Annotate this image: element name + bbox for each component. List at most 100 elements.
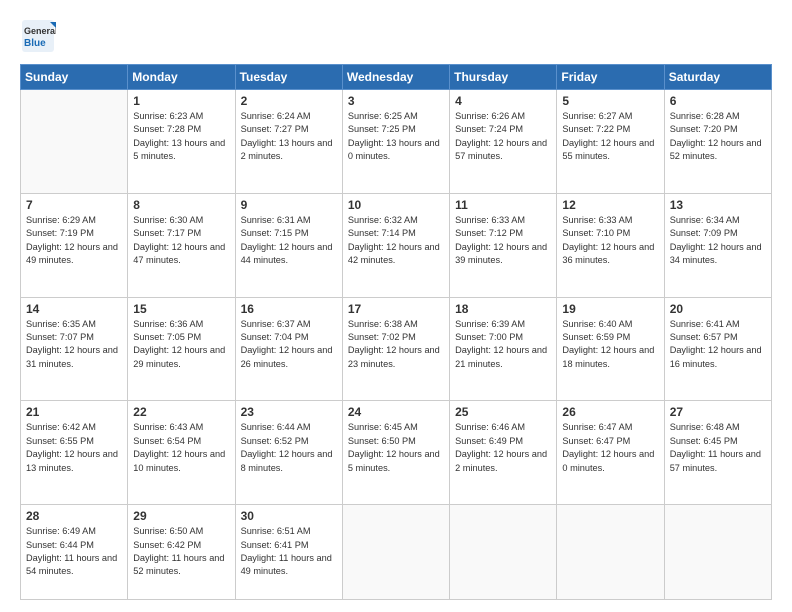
weekday-header-thursday: Thursday (450, 65, 557, 90)
calendar-cell: 1Sunrise: 6:23 AMSunset: 7:28 PMDaylight… (128, 90, 235, 194)
week-row-2: 7 Sunrise: 6:29 AMSunset: 7:19 PMDaylight… (21, 193, 772, 297)
day-number: 10 (348, 198, 444, 212)
logo: General Blue (20, 18, 56, 54)
cell-info: Sunrise: 6:49 AMSunset: 6:44 PMDaylight:… (26, 525, 122, 578)
calendar-page: General Blue SundayMondayTuesdayWednesda… (0, 0, 792, 612)
week-row-5: 28 Sunrise: 6:49 AMSunset: 6:44 PMDayligh… (21, 505, 772, 600)
cell-info: Sunrise: 6:43 AMSunset: 6:54 PMDaylight:… (133, 421, 229, 474)
weekday-header-sunday: Sunday (21, 65, 128, 90)
day-number: 18 (455, 302, 551, 316)
cell-info: Sunrise: 6:38 AMSunset: 7:02 PMDaylight:… (348, 318, 444, 371)
general-blue-logo-icon: General Blue (20, 18, 56, 54)
cell-info: Sunrise: 6:40 AMSunset: 6:59 PMDaylight:… (562, 318, 658, 371)
calendar-cell: 17 Sunrise: 6:38 AMSunset: 7:02 PMDayligh… (342, 297, 449, 401)
cell-info: Sunrise: 6:29 AMSunset: 7:19 PMDaylight:… (26, 214, 122, 267)
cell-info: Sunrise: 6:48 AMSunset: 6:45 PMDaylight:… (670, 421, 766, 474)
calendar-cell: 9Sunrise: 6:31 AMSunset: 7:15 PMDaylight… (235, 193, 342, 297)
day-number: 2 (241, 94, 337, 108)
cell-info: Sunrise: 6:46 AMSunset: 6:49 PMDaylight:… (455, 421, 551, 474)
calendar-cell: 11 Sunrise: 6:33 AMSunset: 7:12 PMDayligh… (450, 193, 557, 297)
day-number: 15 (133, 302, 229, 316)
cell-info: Sunrise: 6:36 AMSunset: 7:05 PMDaylight:… (133, 318, 229, 371)
day-number: 17 (348, 302, 444, 316)
day-number: 26 (562, 405, 658, 419)
cell-info: Sunrise: 6:28 AMSunset: 7:20 PMDaylight:… (670, 110, 766, 163)
cell-info: Sunrise: 6:47 AMSunset: 6:47 PMDaylight:… (562, 421, 658, 474)
cell-info: Sunrise: 6:34 AMSunset: 7:09 PMDaylight:… (670, 214, 766, 267)
cell-info: Sunrise: 6:51 AMSunset: 6:41 PMDaylight:… (241, 525, 337, 578)
day-number: 28 (26, 509, 122, 523)
week-row-1: 1Sunrise: 6:23 AMSunset: 7:28 PMDaylight… (21, 90, 772, 194)
calendar-cell: 7 Sunrise: 6:29 AMSunset: 7:19 PMDaylight… (21, 193, 128, 297)
day-number: 20 (670, 302, 766, 316)
calendar-cell (557, 505, 664, 600)
weekday-header-wednesday: Wednesday (342, 65, 449, 90)
calendar-cell: 30 Sunrise: 6:51 AMSunset: 6:41 PMDayligh… (235, 505, 342, 600)
cell-info: Sunrise: 6:35 AMSunset: 7:07 PMDaylight:… (26, 318, 122, 371)
cell-info: Sunrise: 6:33 AMSunset: 7:12 PMDaylight:… (455, 214, 551, 267)
week-row-4: 21Sunrise: 6:42 AMSunset: 6:55 PMDayligh… (21, 401, 772, 505)
cell-info: Sunrise: 6:24 AMSunset: 7:27 PMDaylight:… (241, 110, 337, 163)
cell-info: Sunrise: 6:39 AMSunset: 7:00 PMDaylight:… (455, 318, 551, 371)
day-number: 19 (562, 302, 658, 316)
day-number: 24 (348, 405, 444, 419)
calendar-cell (342, 505, 449, 600)
cell-info: Sunrise: 6:33 AMSunset: 7:10 PMDaylight:… (562, 214, 658, 267)
day-number: 6 (670, 94, 766, 108)
weekday-header-tuesday: Tuesday (235, 65, 342, 90)
calendar-cell: 24Sunrise: 6:45 AMSunset: 6:50 PMDayligh… (342, 401, 449, 505)
svg-text:General: General (24, 26, 56, 36)
calendar-cell: 14Sunrise: 6:35 AMSunset: 7:07 PMDayligh… (21, 297, 128, 401)
calendar-cell: 15 Sunrise: 6:36 AMSunset: 7:05 PMDayligh… (128, 297, 235, 401)
calendar-cell: 6 Sunrise: 6:28 AMSunset: 7:20 PMDaylight… (664, 90, 771, 194)
calendar-cell: 3 Sunrise: 6:25 AMSunset: 7:25 PMDaylight… (342, 90, 449, 194)
calendar-cell: 4 Sunrise: 6:26 AMSunset: 7:24 PMDaylight… (450, 90, 557, 194)
calendar-cell: 2 Sunrise: 6:24 AMSunset: 7:27 PMDaylight… (235, 90, 342, 194)
day-number: 8 (133, 198, 229, 212)
weekday-header-row: SundayMondayTuesdayWednesdayThursdayFrid… (21, 65, 772, 90)
cell-info: Sunrise: 6:30 AMSunset: 7:17 PMDaylight:… (133, 214, 229, 267)
cell-info: Sunrise: 6:32 AMSunset: 7:14 PMDaylight:… (348, 214, 444, 267)
header: General Blue (20, 18, 772, 54)
calendar-cell: 13 Sunrise: 6:34 AMSunset: 7:09 PMDayligh… (664, 193, 771, 297)
day-number: 12 (562, 198, 658, 212)
weekday-header-friday: Friday (557, 65, 664, 90)
calendar-cell: 19 Sunrise: 6:40 AMSunset: 6:59 PMDayligh… (557, 297, 664, 401)
calendar-cell: 10 Sunrise: 6:32 AMSunset: 7:14 PMDayligh… (342, 193, 449, 297)
cell-info: Sunrise: 6:37 AMSunset: 7:04 PMDaylight:… (241, 318, 337, 371)
cell-info: Sunrise: 6:42 AMSunset: 6:55 PMDaylight:… (26, 421, 122, 474)
day-number: 16 (241, 302, 337, 316)
calendar-cell: 20Sunrise: 6:41 AMSunset: 6:57 PMDayligh… (664, 297, 771, 401)
calendar-cell: 18 Sunrise: 6:39 AMSunset: 7:00 PMDayligh… (450, 297, 557, 401)
day-number: 30 (241, 509, 337, 523)
calendar-cell: 16 Sunrise: 6:37 AMSunset: 7:04 PMDayligh… (235, 297, 342, 401)
svg-text:Blue: Blue (24, 38, 46, 49)
day-number: 11 (455, 198, 551, 212)
weekday-header-saturday: Saturday (664, 65, 771, 90)
day-number: 4 (455, 94, 551, 108)
calendar-cell: 27Sunrise: 6:48 AMSunset: 6:45 PMDayligh… (664, 401, 771, 505)
calendar-cell: 29Sunrise: 6:50 AMSunset: 6:42 PMDayligh… (128, 505, 235, 600)
calendar-cell: 25 Sunrise: 6:46 AMSunset: 6:49 PMDayligh… (450, 401, 557, 505)
calendar-cell: 23Sunrise: 6:44 AMSunset: 6:52 PMDayligh… (235, 401, 342, 505)
calendar-cell (664, 505, 771, 600)
cell-info: Sunrise: 6:26 AMSunset: 7:24 PMDaylight:… (455, 110, 551, 163)
day-number: 7 (26, 198, 122, 212)
calendar-cell (21, 90, 128, 194)
cell-info: Sunrise: 6:23 AMSunset: 7:28 PMDaylight:… (133, 110, 229, 163)
cell-info: Sunrise: 6:27 AMSunset: 7:22 PMDaylight:… (562, 110, 658, 163)
cell-info: Sunrise: 6:31 AMSunset: 7:15 PMDaylight:… (241, 214, 337, 267)
day-number: 25 (455, 405, 551, 419)
day-number: 3 (348, 94, 444, 108)
calendar-cell: 26 Sunrise: 6:47 AMSunset: 6:47 PMDayligh… (557, 401, 664, 505)
cell-info: Sunrise: 6:25 AMSunset: 7:25 PMDaylight:… (348, 110, 444, 163)
day-number: 5 (562, 94, 658, 108)
calendar-table: SundayMondayTuesdayWednesdayThursdayFrid… (20, 64, 772, 600)
calendar-cell: 5 Sunrise: 6:27 AMSunset: 7:22 PMDaylight… (557, 90, 664, 194)
day-number: 13 (670, 198, 766, 212)
calendar-cell (450, 505, 557, 600)
week-row-3: 14Sunrise: 6:35 AMSunset: 7:07 PMDayligh… (21, 297, 772, 401)
cell-info: Sunrise: 6:44 AMSunset: 6:52 PMDaylight:… (241, 421, 337, 474)
calendar-cell: 22Sunrise: 6:43 AMSunset: 6:54 PMDayligh… (128, 401, 235, 505)
calendar-cell: 12 Sunrise: 6:33 AMSunset: 7:10 PMDayligh… (557, 193, 664, 297)
